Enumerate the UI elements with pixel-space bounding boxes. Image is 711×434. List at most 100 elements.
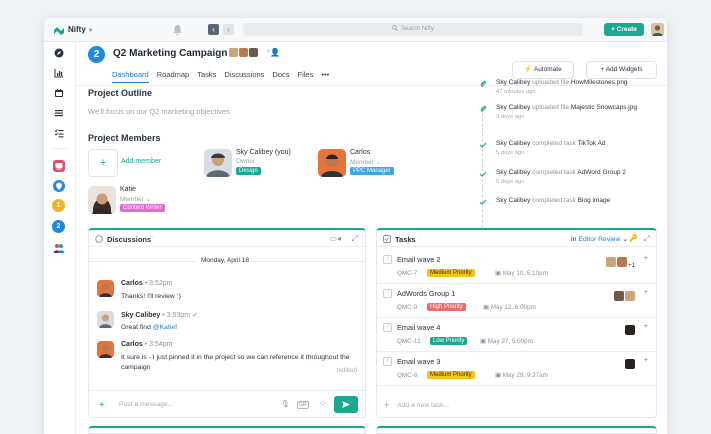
member-avatar [88, 186, 116, 214]
checklist-icon[interactable] [54, 128, 64, 138]
member-role-dropdown[interactable]: Member ⌄ [120, 195, 151, 203]
message-composer: + Post a message... 🎙 GIF ☺ [89, 390, 365, 418]
plus-icon: + [99, 157, 107, 169]
task-assignees[interactable] [625, 356, 636, 369]
task-assignees[interactable]: +1 [606, 254, 636, 269]
activity-time: 5 days ago [496, 150, 525, 156]
chart-icon[interactable] [54, 68, 64, 78]
task-checkbox[interactable]: ✓ [383, 357, 392, 366]
task-row[interactable]: ✓ Email wave 2 QMC-7 Medium Priority ▣ M… [377, 250, 656, 284]
tab-files[interactable]: Files [298, 70, 314, 82]
list-icon[interactable] [54, 108, 64, 118]
add-task-input[interactable]: Add a new task... [397, 402, 449, 409]
tab-tasks[interactable]: Tasks [197, 70, 216, 82]
task-name[interactable]: Email wave 4 [397, 323, 440, 332]
back-button[interactable]: ‹ [208, 24, 219, 35]
plus-icon[interactable]: + [99, 400, 105, 411]
task-name[interactable]: Email wave 3 [397, 357, 440, 366]
info-icon[interactable]: ⁱ [419, 235, 420, 243]
add-assignee-icon[interactable]: + [644, 255, 648, 262]
activity-action: uploaded file [532, 104, 570, 111]
task-checkbox[interactable]: ✓ [383, 289, 392, 298]
member-role-dropdown[interactable]: Member ⌄ [350, 158, 381, 166]
activity-item[interactable]: Sky Calibey completed task Blog image [474, 196, 664, 206]
task-row[interactable]: ✓ AdWords Group 1 QMC-9 High Priority ▣ … [377, 284, 656, 318]
key-icon[interactable]: 🔑 [629, 234, 638, 242]
search-input[interactable]: Search Nifty [243, 23, 583, 36]
chevron-down-icon: ⌄ [145, 196, 152, 203]
add-assignee-icon[interactable]: + [644, 289, 648, 296]
plus-icon[interactable]: + [384, 400, 389, 410]
priority-badge: Low Priority [430, 337, 468, 345]
activity-time: 5 days ago [496, 179, 525, 185]
task-due-date[interactable]: ▣ May 10, 5:10pm [495, 270, 548, 277]
task-due-date[interactable]: ▣ May 27, 5:00pm [480, 338, 533, 345]
task-name[interactable]: Email wave 2 [397, 255, 440, 264]
nifty-logo-icon [54, 27, 64, 35]
task-name[interactable]: AdWords Group 1 [397, 289, 455, 298]
add-assignee-icon[interactable]: + [644, 323, 648, 330]
task-filter-dropdown[interactable]: In Editor Review ⌄ [571, 235, 628, 243]
message-input[interactable]: Post a message... [119, 401, 173, 408]
message-text-before: Great find [121, 324, 153, 331]
brand-name: Nifty [68, 25, 86, 34]
project-title[interactable]: Q2 Marketing Campaign▼ [113, 48, 238, 59]
microphone-icon[interactable]: 🎙 [281, 400, 290, 408]
sidebar-item-project-lightbulb[interactable] [53, 180, 65, 192]
automate-button[interactable]: ⚡ Automate [512, 61, 574, 79]
task-date: May 29, 9:27am [502, 372, 548, 379]
tab-docs[interactable]: Docs [272, 70, 289, 82]
calendar-icon[interactable] [54, 88, 64, 98]
add-member-label[interactable]: Add member [121, 158, 161, 165]
sidebar-item-project-2[interactable]: 2 [52, 220, 65, 233]
task-date: May 10, 5:10pm [502, 270, 548, 277]
mention-link[interactable]: @Katie [153, 324, 175, 331]
project-member-avatars[interactable] [228, 45, 259, 58]
task-assignees[interactable] [614, 288, 636, 301]
outline-text[interactable]: We'll focus on our Q2 marketing objectiv… [88, 107, 230, 116]
task-checkbox[interactable]: ✓ [383, 255, 392, 264]
sticker-icon[interactable]: ☺ [319, 400, 326, 407]
video-icon[interactable]: ▭◂ [329, 234, 341, 243]
member-tag: Content Writer [120, 204, 165, 212]
expand-icon[interactable]: ⤢ [644, 234, 650, 244]
add-member-icon[interactable]: ⁺👤 [266, 48, 280, 57]
forward-button[interactable]: › [223, 24, 234, 35]
priority-label: Medium Priority [430, 270, 472, 276]
tab-discussions[interactable]: Discussions [224, 70, 264, 82]
create-button[interactable]: + Create [604, 23, 644, 36]
send-button[interactable] [334, 396, 358, 413]
expand-icon[interactable]: ⤢ [352, 234, 358, 244]
user-avatar[interactable] [651, 23, 664, 36]
gif-icon[interactable]: GIF [297, 401, 310, 409]
calendar-icon: ▣ [483, 304, 491, 311]
info-icon[interactable]: ⁱ [153, 235, 154, 243]
task-due-date[interactable]: ▣ May 12, 6:00pm [483, 304, 536, 311]
compass-icon[interactable] [54, 48, 64, 58]
send-icon [342, 401, 350, 408]
add-widgets-button[interactable]: + Add Widgets [586, 61, 657, 79]
activity-object: Majestic Snowcaps.jpg [570, 104, 637, 111]
message-text-after: ! [175, 324, 178, 331]
brand-switcher[interactable]: Nifty ▼ [68, 25, 94, 34]
sidebar-item-project-1[interactable]: 1 [52, 199, 65, 212]
message-avatar [97, 311, 114, 328]
tab-more[interactable]: ••• [321, 70, 329, 82]
project-number-badge: 2 [88, 46, 105, 63]
sidebar-item-inbox[interactable] [53, 160, 65, 172]
task-assignees[interactable] [625, 322, 636, 335]
task-row[interactable]: ✓ Email wave 4 QMC-12 Low Priority ▣ May… [377, 318, 656, 352]
tab-roadmap[interactable]: Roadmap [157, 70, 190, 82]
message-time: 3:53pm [166, 312, 191, 319]
task-row[interactable]: ✓ Email wave 3 QMC-8 Medium Priority ▣ M… [377, 352, 656, 386]
task-due-date[interactable]: ▣ May 29, 9:27am [495, 372, 548, 379]
tab-dashboard[interactable]: Dashboard [112, 70, 149, 83]
members-title: Project Members [88, 133, 161, 143]
chat-bubble-icon [95, 235, 103, 243]
add-assignee-icon[interactable]: + [644, 357, 648, 364]
add-member-button[interactable]: + [88, 149, 118, 177]
task-checkbox[interactable]: ✓ [383, 323, 392, 332]
widget-panel-bottom [88, 426, 366, 434]
team-icon[interactable] [53, 242, 65, 254]
bell-icon[interactable] [172, 24, 183, 36]
